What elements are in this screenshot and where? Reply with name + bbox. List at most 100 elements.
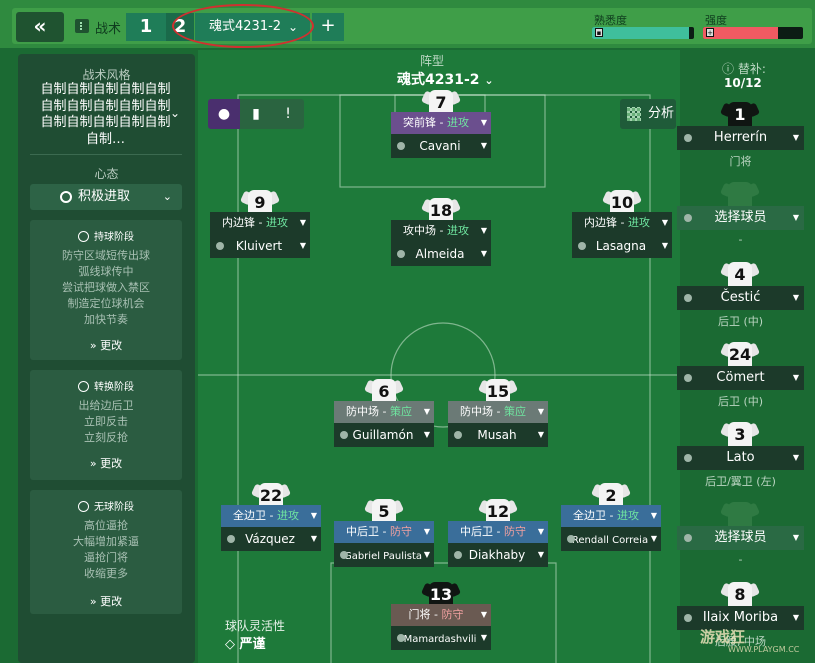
role-select[interactable]: 全边卫 - 进攻 ▼ [221,505,321,527]
sub-name-select[interactable]: Lato ▼ [677,446,804,470]
player-name-select[interactable]: Almeida ▼ [391,242,491,266]
role-select[interactable]: 中后卫 - 防守 ▼ [334,521,434,543]
person-icon [567,535,575,543]
role-name: 突前锋 [403,116,437,129]
role-select[interactable]: 门将 - 防守 ▼ [391,604,491,626]
role-name: 内边锋 [222,216,256,229]
shirt-number: 1 [734,105,746,124]
role-select[interactable]: 内边锋 - 进攻 ▼ [572,212,672,234]
mentality-title: 心态 [94,167,119,181]
player-name-select[interactable]: Gabriel Paulista ▼ [334,543,434,567]
player-name-select[interactable]: Musah ▼ [448,423,548,447]
person-icon [216,242,224,250]
sub-name-select[interactable]: 选择球员 ▼ [677,526,804,550]
chevron-down-icon: ⌄ [162,190,172,203]
mentality-select[interactable]: 积极进取 ⌄ [30,184,182,210]
role-select[interactable]: 突前锋 - 进攻 ▼ [391,112,491,134]
role-select[interactable]: 攻中场 - 进攻 ▼ [391,220,491,242]
chevron-down-icon: ▼ [537,430,544,439]
change-button[interactable]: » 更改 [30,337,182,353]
chevron-down-icon: ▼ [480,249,487,258]
phase-item: 加快节奏 [84,313,128,326]
role-select[interactable]: 防中场 - 策应 ▼ [448,401,548,423]
role-select[interactable]: 中后卫 - 防守 ▼ [448,521,548,543]
sub-name-select[interactable]: Cömert ▼ [677,366,804,390]
chevron-down-icon: ▼ [480,141,487,150]
role-select[interactable]: 全边卫 - 进攻 ▼ [561,505,661,527]
familiarity-label: 熟悉度 [594,14,627,27]
shirt-number: 18 [429,201,453,220]
change-button[interactable]: » 更改 [30,593,182,609]
chevron-down-icon: ▼ [792,293,799,302]
change-label: 更改 [100,595,123,608]
player-name-select[interactable]: Vázquez ▼ [221,527,321,551]
sub-name-select[interactable]: 选择球员 ▼ [677,206,804,230]
player-name-select[interactable]: Guillamón ▼ [334,423,434,447]
chevron-down-icon: ▼ [423,550,430,559]
person-icon [397,250,405,258]
player-name-select[interactable]: Mamardashvili ▼ [391,626,491,650]
shirt-number: 7 [435,93,447,112]
change-button[interactable]: » 更改 [30,455,182,471]
shirt-number: 24 [728,345,752,364]
role-duty: 进攻 [265,216,288,229]
chevron-down-icon[interactable]: ⌄ [170,106,180,120]
person-icon [684,454,692,462]
phase-out-of-possession: 无球阶段 高位逼抢 大幅增加紧逼 逼抢门将 收缩更多 » 更改 [30,490,182,614]
analysis-button[interactable]: 分析 [620,99,676,129]
player-name-select[interactable]: Lasagna ▼ [572,234,672,258]
sub-name-select[interactable]: Herrerín ▼ [677,126,804,150]
chevron-down-icon: ▼ [661,241,668,250]
tactics-icon [75,19,89,33]
mentality-icon [60,191,72,203]
role-duty: 防守 [441,608,464,621]
intensity-fill [703,27,778,39]
chevron-down-icon: ▼ [310,534,317,543]
chevron-down-icon: ▼ [480,226,487,235]
shirt-number: 15 [486,382,510,401]
player-name-select[interactable]: Diakhaby ▼ [448,543,548,567]
chevron-down-icon: ▼ [299,241,306,250]
divider [30,154,182,155]
phase-title: 转换阶段 [94,382,134,393]
style-text[interactable]: 自制自制自制自制自制自制自制自制自制自制自制自制自制自制自制自制… [38,82,173,148]
phase-title: 持球阶段 [94,232,134,243]
player-name-select[interactable]: Rendall Correia ▼ [561,527,661,551]
role-name: 中后卫 [346,525,380,538]
player-name-select[interactable]: Cavani ▼ [391,134,491,158]
chevron-down-icon: ▼ [792,453,799,462]
chevron-down-icon: ▼ [537,527,544,536]
alert-icon[interactable]: ! [272,99,304,129]
sub-name: Lato [726,450,755,465]
role-select[interactable]: 内边锋 - 进攻 ▼ [210,212,310,234]
shirt-number: 13 [429,585,453,604]
mentality-value: 积极进取 [78,189,131,204]
formation-name[interactable]: 魂式4231-2 ⌄ [397,69,494,89]
role-name: 中后卫 [460,525,494,538]
player-name-select[interactable]: Kluivert ▼ [210,234,310,258]
player-view-icon[interactable]: ● [208,99,240,129]
role-duty: 防守 [389,525,412,538]
sub-position: - [738,233,743,246]
team-fluidity-label: 球队灵活性 [225,619,286,633]
player-name: Guillamón [352,428,414,442]
player-name: Mamardashvili [403,634,477,645]
role-select[interactable]: 防中场 - 策应 ▼ [334,401,434,423]
top-bar [0,0,815,48]
back-button[interactable]: « [16,12,64,42]
tactic-slot-1[interactable]: 1 [126,13,166,41]
shirt-number: 12 [486,502,510,521]
chevron-down-icon: ▼ [310,511,317,520]
subs-title-label: 替补: [737,62,766,76]
phase-item: 大幅增加紧逼 [73,535,139,548]
sub-position: 后卫 (中) [717,395,764,408]
phase-items: 高位逼抢 大幅增加紧逼 逼抢门将 收缩更多 [30,518,182,582]
person-icon [227,535,235,543]
team-fluidity-value[interactable]: ◇ 严谨 [225,633,266,652]
player-name: Rendall Correia [571,535,649,546]
sub-name-select[interactable]: Čestić ▼ [677,286,804,310]
bar-chart-icon[interactable]: ▮ [240,99,272,129]
role-name: 内边锋 [584,216,618,229]
person-icon [397,634,405,642]
add-tactic-button[interactable]: + [312,13,344,41]
